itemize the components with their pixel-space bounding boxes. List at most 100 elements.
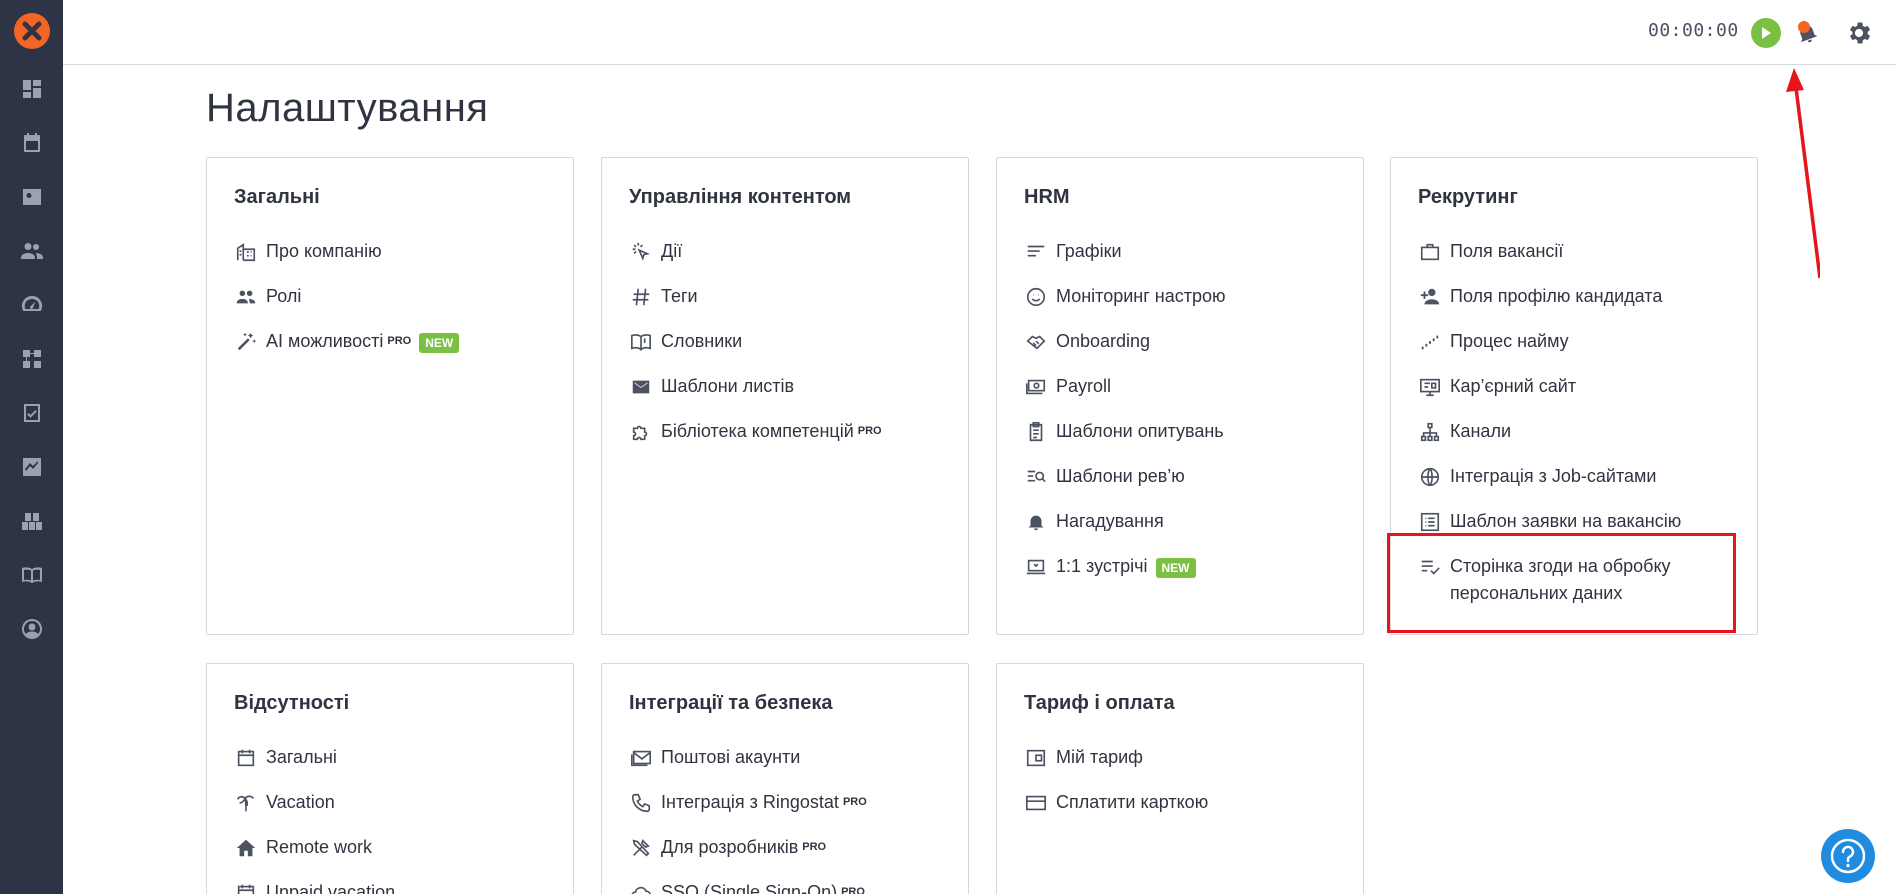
settings-item-review-templates[interactable]: Шаблони рев’ю (1024, 463, 1185, 490)
item-label: Загальні (266, 747, 337, 767)
gear-icon (1850, 22, 1871, 44)
settings-item-career-site[interactable]: Кар’єрний сайт (1418, 373, 1576, 400)
hash-icon (629, 283, 653, 310)
card-title: HRM (1024, 186, 1070, 208)
settings-item-absences-general[interactable]: Загальні (234, 744, 337, 771)
item-label: Сплатити карткою (1056, 792, 1209, 812)
item-label: Теги (661, 286, 698, 306)
settings-item-ringostat[interactable]: Інтеграція з Ringostat PRO (629, 789, 867, 816)
puzzle-icon (629, 418, 653, 445)
settings-item-channels[interactable]: Канали (1418, 418, 1511, 445)
logo-icon (22, 21, 42, 41)
pro-badge: PRO (857, 425, 882, 437)
app-logo[interactable] (14, 13, 50, 49)
settings-button[interactable] (1843, 17, 1875, 49)
item-label: Словники (661, 331, 743, 351)
item-label: Поля профілю кандидата (1450, 286, 1663, 306)
knowledge-book-icon[interactable] (20, 563, 44, 587)
people-icon (234, 283, 258, 310)
settings-item-unpaid-vacation[interactable]: Unpaid vacation (234, 879, 395, 894)
workflow-icon[interactable] (20, 347, 44, 371)
analytics-icon[interactable] (20, 455, 44, 479)
settings-item-survey-templates[interactable]: Шаблони опитувань (1024, 418, 1224, 445)
monitor-icon (1418, 373, 1442, 400)
clipboard-icon (1024, 418, 1048, 445)
book-icon (629, 328, 653, 355)
settings-item-email-templates[interactable]: Шаблони листів (629, 373, 794, 400)
timer-display: 00:00:00 (1648, 20, 1739, 41)
pro-badge: PRO (802, 841, 827, 853)
calendar-nav-icon[interactable] (20, 131, 44, 155)
help-button[interactable] (1821, 829, 1875, 883)
item-label: 1:1 зустрічі (1056, 556, 1148, 576)
item-label: Процес найму (1450, 331, 1569, 351)
settings-item-about-company[interactable]: Про компанію (234, 238, 382, 265)
item-label: Канали (1450, 421, 1512, 441)
settings-item-roles[interactable]: Ролі (234, 283, 301, 310)
item-label: Onboarding (1056, 331, 1151, 351)
settings-item-mood-monitoring[interactable]: Моніторинг настрою (1024, 283, 1226, 310)
settings-item-vacancy-request-template[interactable]: Шаблон заявки на вакансію (1418, 508, 1681, 535)
item-label: Шаблони листів (661, 376, 795, 396)
settings-item-developers[interactable]: Для розробників PRO (629, 834, 826, 861)
mailbox-icon (629, 744, 653, 771)
building-icon (234, 238, 258, 265)
smile-icon (1024, 283, 1048, 310)
settings-item-dictionaries[interactable]: Словники (629, 328, 742, 355)
item-label: Мій тариф (1056, 747, 1143, 767)
item-label: Vacation (266, 792, 335, 812)
settings-item-my-plan[interactable]: Мій тариф (1024, 744, 1143, 771)
settings-item-sso[interactable]: SSO (Single Sign-On) PRO (629, 879, 865, 894)
item-label: Для розробників (661, 837, 799, 857)
item-label: Шаблони рев’ю (1056, 466, 1185, 486)
wallet-icon (1024, 744, 1048, 771)
globe-icon (1418, 463, 1442, 490)
item-label: Графіки (1056, 241, 1122, 261)
card-title: Відсутності (234, 692, 350, 714)
boxes-icon[interactable] (20, 509, 44, 533)
settings-item-vacancy-fields[interactable]: Поля вакансії (1418, 238, 1563, 265)
item-label: Про компанію (266, 241, 382, 261)
dashboard-icon[interactable] (20, 77, 44, 101)
settings-item-reminders[interactable]: Нагадування (1024, 508, 1164, 535)
item-label: Unpaid vacation (266, 882, 396, 894)
timer-play-button[interactable] (1751, 18, 1781, 48)
settings-item-actions[interactable]: Дії (629, 238, 682, 265)
settings-item-pay-by-card[interactable]: Сплатити карткою (1024, 789, 1208, 816)
item-label: Дії (661, 241, 683, 261)
team-icon[interactable] (20, 239, 44, 263)
pro-badge: PRO (842, 796, 867, 808)
item-label: SSO (Single Sign-On) (661, 882, 838, 894)
item-label: AI можливості (266, 331, 384, 351)
settings-item-remote-work[interactable]: Remote work (234, 834, 372, 861)
laptop-icon (1024, 553, 1048, 580)
card-title: Тариф і оплата (1024, 692, 1175, 714)
speedometer-icon[interactable] (20, 293, 44, 317)
settings-item-tags[interactable]: Теги (629, 283, 698, 310)
item-label: Ролі (266, 286, 302, 306)
settings-item-candidate-profile-fields[interactable]: Поля профілю кандидата (1418, 283, 1662, 310)
settings-item-one-on-one[interactable]: 1:1 зустрічі NEW (1024, 553, 1196, 580)
settings-item-job-sites-integration[interactable]: Інтеграція з Job-сайтами (1418, 463, 1656, 490)
candidates-icon[interactable] (20, 185, 44, 209)
notifications-button[interactable] (1792, 18, 1822, 48)
card-absences: Відсутності Загальні Vacation Remote wor… (206, 663, 574, 894)
settings-item-schedules[interactable]: Графіки (1024, 238, 1122, 265)
handshake-icon (1024, 328, 1048, 355)
settings-item-ai[interactable]: AI можливості PRO NEW (234, 328, 460, 355)
settings-item-hiring-process[interactable]: Процес найму (1418, 328, 1569, 355)
sitemap-icon (1418, 418, 1442, 445)
settings-item-mail-accounts[interactable]: Поштові акаунти (629, 744, 800, 771)
settings-item-competency-library[interactable]: Бібліотека компетенцій PRO (629, 418, 882, 445)
magic-wand-icon (234, 328, 258, 355)
tasks-icon[interactable] (20, 401, 44, 425)
profile-icon[interactable] (20, 617, 44, 641)
settings-item-vacation[interactable]: Vacation (234, 789, 335, 816)
settings-item-onboarding[interactable]: Onboarding (1024, 328, 1150, 355)
card-icon (1024, 789, 1048, 816)
settings-item-payroll[interactable]: Payroll (1024, 373, 1111, 400)
lines-icon (1024, 238, 1048, 265)
new-badge: NEW (1155, 558, 1196, 578)
new-badge: NEW (419, 333, 460, 353)
notification-dot (1798, 21, 1810, 33)
